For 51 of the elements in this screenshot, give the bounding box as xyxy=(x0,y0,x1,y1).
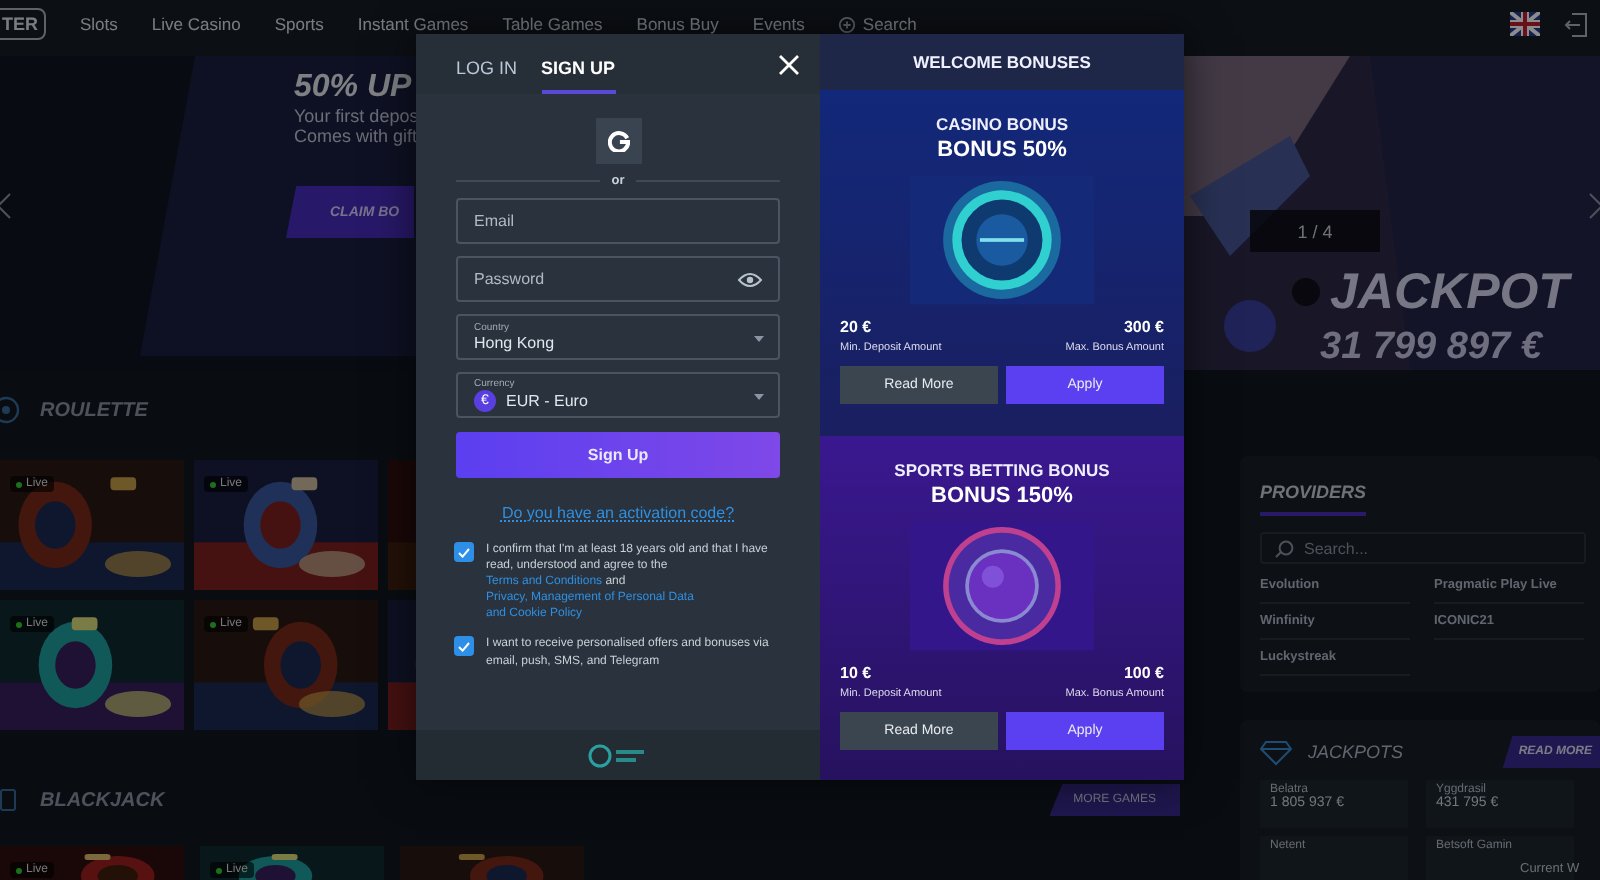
auth-tab[interactable]: LOG IN xyxy=(456,58,518,94)
caret-icon xyxy=(754,336,764,342)
jackpot-title: JACKPOT xyxy=(1330,264,1574,322)
checkbox[interactable] xyxy=(454,636,474,657)
g-logo-icon xyxy=(607,130,629,152)
caret-icon xyxy=(754,394,764,400)
panel-title: JACKPOTS xyxy=(1308,742,1404,762)
provider-search-field[interactable]: Search... xyxy=(1260,532,1586,564)
crypto-logo-icon xyxy=(588,743,648,767)
flag-icon[interactable] xyxy=(1510,12,1540,36)
promo-text: Comes with gift xyxy=(294,126,418,146)
password-field[interactable]: Password xyxy=(456,256,780,302)
cards-icon xyxy=(0,786,20,814)
sign-up-button[interactable]: Sign Up xyxy=(456,432,780,478)
nav-link[interactable]: Table Games xyxy=(502,14,603,34)
max-bonus-value: 300 € xyxy=(1123,318,1164,336)
google-login-button[interactable] xyxy=(595,118,641,164)
nav-link[interactable]: Bonus Buy xyxy=(636,14,719,34)
diamond-icon xyxy=(1260,739,1292,765)
nav-link[interactable]: Live Casino xyxy=(151,14,241,34)
bonus-percent: BONUS 150% xyxy=(931,483,1073,507)
panel-title: PROVIDERS xyxy=(1260,480,1367,516)
bonus-title: SPORTS BETTING BONUS xyxy=(894,459,1110,479)
promo-title: 50% UP xyxy=(294,70,412,106)
checkbox[interactable] xyxy=(454,542,474,562)
auth-tab[interactable]: SIGN UP xyxy=(541,58,616,94)
logo[interactable]: TER xyxy=(0,8,46,40)
roulette-icon xyxy=(0,396,20,424)
activation-code-link[interactable]: Do you have an activation code? xyxy=(501,504,735,522)
section-title: BLACKJACK xyxy=(40,789,165,811)
nav-link[interactable]: Sports xyxy=(274,14,324,34)
email-field[interactable]: Email xyxy=(456,198,780,244)
nav-link[interactable]: Slots xyxy=(80,14,118,34)
bonuses-title: WELCOME BONUSES xyxy=(820,34,1184,90)
close-icon[interactable] xyxy=(778,53,800,75)
nav-link[interactable]: Events xyxy=(752,14,805,34)
max-bonus-value: 100 € xyxy=(1123,663,1164,681)
nav-link[interactable]: Instant Games xyxy=(357,14,469,34)
min-deposit-value: 20 € xyxy=(840,318,872,336)
jackpot-amount: 31 799 897 € xyxy=(1320,326,1545,370)
min-deposit-value: 10 € xyxy=(840,663,872,681)
login-icon[interactable] xyxy=(1564,11,1588,37)
promo-text: Your first depos xyxy=(294,106,419,126)
search-icon[interactable] xyxy=(838,15,857,33)
bonus-title: CASINO BONUS xyxy=(935,114,1069,134)
slide-counter: 1 / 4 xyxy=(1250,210,1380,252)
eye-icon[interactable] xyxy=(738,271,762,287)
bonus-percent: BONUS 50% xyxy=(937,138,1067,162)
search-icon xyxy=(1274,539,1294,557)
section-title: ROULETTE xyxy=(40,399,148,421)
search-link[interactable]: Search xyxy=(862,14,917,34)
